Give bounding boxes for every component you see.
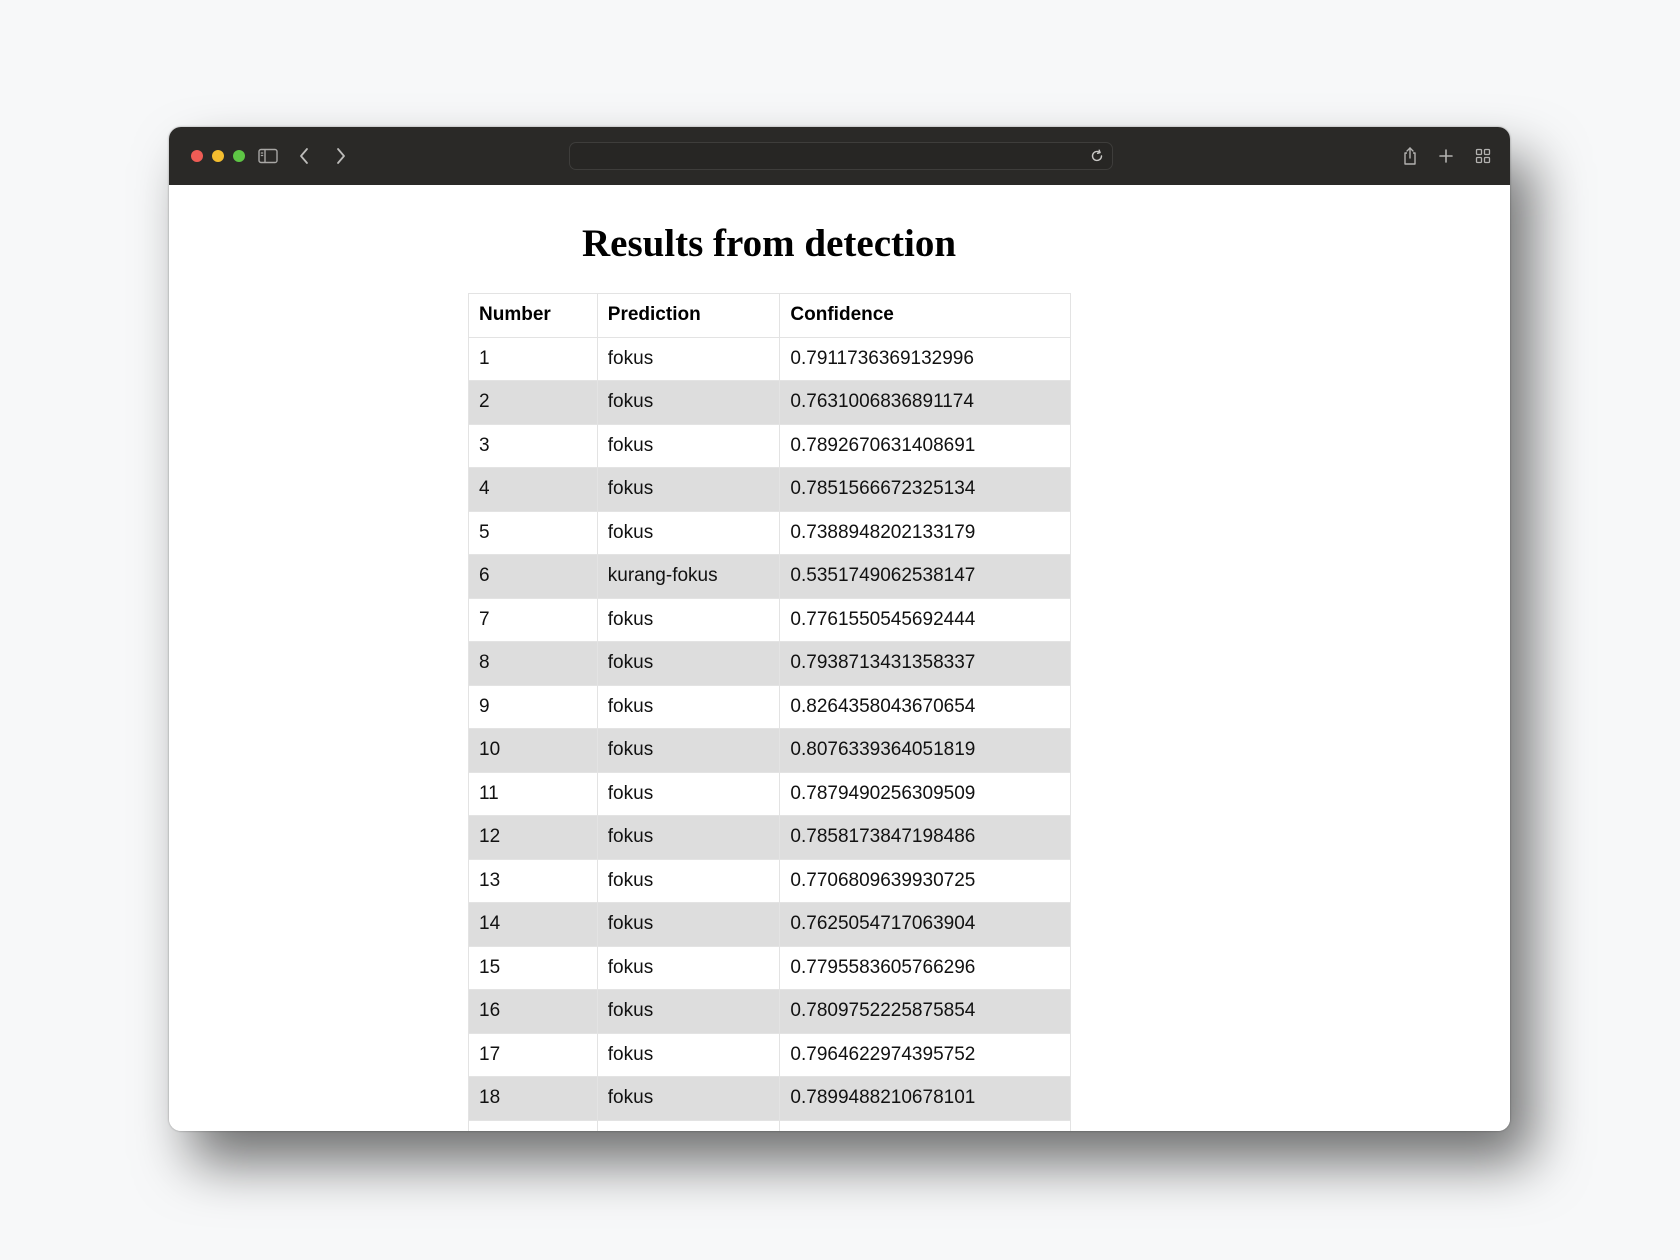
table-row: 5 fokus 0.7388948202133179 bbox=[468, 510, 1071, 555]
cell-number: 2 bbox=[468, 380, 598, 425]
cell-prediction: fokus bbox=[596, 945, 781, 990]
cell-prediction: fokus bbox=[596, 467, 781, 512]
cell-number: 9 bbox=[468, 684, 598, 729]
results-table: Number Prediction Confidence 1 fokus 0.791… bbox=[468, 293, 1071, 1131]
cell-number: 7 bbox=[468, 597, 598, 642]
table-row: 11 fokus 0.7879490256309509 bbox=[468, 771, 1071, 816]
cell-confidence: 0.7625054717063904 bbox=[779, 902, 1071, 947]
cell-confidence: 0.7631006836891174 bbox=[779, 380, 1071, 425]
cell-confidence: 0.7851566672325134 bbox=[779, 467, 1071, 512]
cell-number: 6 bbox=[468, 554, 598, 599]
cell-number: 15 bbox=[468, 945, 598, 990]
cell-prediction: fokus bbox=[596, 902, 781, 947]
cell-confidence: 0.7938713431358337 bbox=[779, 641, 1071, 686]
table-row: 13 fokus 0.7706809639930725 bbox=[468, 858, 1071, 903]
cell-confidence: 0.7858173847198486 bbox=[779, 815, 1071, 860]
browser-window: Results from detection Number Prediction… bbox=[169, 127, 1510, 1131]
cell-prediction: fokus bbox=[596, 380, 781, 425]
table-row: 8 fokus 0.7938713431358337 bbox=[468, 641, 1071, 686]
results-table-body: 1 fokus 0.7911736369132996 2 fokus 0.76310068… bbox=[468, 336, 1071, 1131]
table-row: 3 fokus 0.7892670631408691 bbox=[468, 423, 1071, 468]
table-row: 7 fokus 0.7761550545692444 bbox=[468, 597, 1071, 642]
cell-number: 19 bbox=[468, 1119, 598, 1131]
cell-prediction: fokus bbox=[596, 858, 781, 903]
cell-number: 1 bbox=[468, 336, 598, 381]
cell-prediction: fokus bbox=[596, 597, 781, 642]
cell-confidence: 0.5351749062538147 bbox=[779, 554, 1071, 599]
cell-prediction: fokus bbox=[596, 728, 781, 773]
browser-toolbar bbox=[169, 127, 1510, 185]
forward-icon[interactable] bbox=[329, 144, 353, 168]
page-content: Results from detection Number Prediction… bbox=[169, 185, 1510, 1131]
cell-prediction: fokus bbox=[596, 815, 781, 860]
close-window-button[interactable] bbox=[191, 150, 203, 162]
cell-number: 17 bbox=[468, 1032, 598, 1077]
cell-confidence: 0.7899488210678101 bbox=[779, 1076, 1071, 1121]
tab-overview-icon[interactable] bbox=[1471, 144, 1495, 168]
table-row: 19fokus0.7911699414253235 bbox=[468, 1119, 1071, 1131]
cell-prediction: kurang-fokus bbox=[596, 554, 781, 599]
cell-confidence: 0.7892670631408691 bbox=[779, 423, 1071, 468]
cell-prediction: fokus bbox=[596, 336, 781, 381]
cell-prediction: fokus bbox=[596, 510, 781, 555]
share-icon[interactable] bbox=[1398, 144, 1422, 168]
cell-confidence: 0.7911699414253235 bbox=[779, 1119, 1071, 1131]
cell-number: 12 bbox=[468, 815, 598, 860]
column-header-number: Number bbox=[468, 293, 598, 338]
cell-prediction: fokus bbox=[596, 423, 781, 468]
cell-confidence: 0.8264358043670654 bbox=[779, 684, 1071, 729]
table-row: 18 fokus 0.7899488210678101 bbox=[468, 1076, 1071, 1121]
cell-number: 11 bbox=[468, 771, 598, 816]
reload-icon[interactable] bbox=[1087, 146, 1107, 166]
table-row: 4 fokus 0.7851566672325134 bbox=[468, 467, 1071, 512]
table-row: 16 fokus 0.7809752225875854 bbox=[468, 989, 1071, 1034]
address-bar[interactable] bbox=[569, 142, 1113, 170]
zoom-window-button[interactable] bbox=[233, 150, 245, 162]
cell-confidence: 0.7964622974395752 bbox=[779, 1032, 1071, 1077]
back-icon[interactable] bbox=[292, 144, 316, 168]
cell-number: 14 bbox=[468, 902, 598, 947]
new-tab-icon[interactable] bbox=[1434, 144, 1458, 168]
cell-prediction: fokus bbox=[596, 771, 781, 816]
cell-confidence: 0.7388948202133179 bbox=[779, 510, 1071, 555]
cell-number: 3 bbox=[468, 423, 598, 468]
column-header-confidence: Confidence bbox=[779, 293, 1071, 338]
cell-number: 10 bbox=[468, 728, 598, 773]
cell-prediction: fokus bbox=[596, 1076, 781, 1121]
page-title: Results from detection bbox=[581, 222, 957, 265]
cell-confidence: 0.8076339364051819 bbox=[779, 728, 1071, 773]
cell-number: 16 bbox=[468, 989, 598, 1034]
cell-prediction: fokus bbox=[596, 989, 781, 1034]
table-row: 14 fokus 0.7625054717063904 bbox=[468, 902, 1071, 947]
cell-confidence: 0.7911736369132996 bbox=[779, 336, 1071, 381]
cell-confidence: 0.7761550545692444 bbox=[779, 597, 1071, 642]
cell-prediction: fokus bbox=[596, 1032, 781, 1077]
cell-confidence: 0.7795583605766296 bbox=[779, 945, 1071, 990]
table-row: 17 fokus 0.7964622974395752 bbox=[468, 1032, 1071, 1077]
table-header-row: Number Prediction Confidence bbox=[468, 293, 1071, 338]
cell-number: 18 bbox=[468, 1076, 598, 1121]
table-row: 6 kurang-fokus 0.5351749062538147 bbox=[468, 554, 1071, 599]
sidebar-icon[interactable] bbox=[256, 144, 280, 168]
table-row: 2 fokus 0.7631006836891174 bbox=[468, 380, 1071, 425]
table-row: 9 fokus 0.8264358043670654 bbox=[468, 684, 1071, 729]
cell-number: 4 bbox=[468, 467, 598, 512]
cell-number: 13 bbox=[468, 858, 598, 903]
table-row: 12 fokus 0.7858173847198486 bbox=[468, 815, 1071, 860]
cell-confidence: 0.7809752225875854 bbox=[779, 989, 1071, 1034]
cell-confidence: 0.7879490256309509 bbox=[779, 771, 1071, 816]
table-row: 10 fokus 0.8076339364051819 bbox=[468, 728, 1071, 773]
table-row: 1 fokus 0.7911736369132996 bbox=[468, 336, 1071, 381]
column-header-prediction: Prediction bbox=[596, 293, 781, 338]
cell-number: 5 bbox=[468, 510, 598, 555]
cell-prediction: fokus bbox=[596, 1119, 781, 1131]
cell-number: 8 bbox=[468, 641, 598, 686]
cell-prediction: fokus bbox=[596, 684, 781, 729]
cell-prediction: fokus bbox=[596, 641, 781, 686]
cell-confidence: 0.7706809639930725 bbox=[779, 858, 1071, 903]
table-row: 15 fokus 0.7795583605766296 bbox=[468, 945, 1071, 990]
minimize-window-button[interactable] bbox=[212, 150, 224, 162]
